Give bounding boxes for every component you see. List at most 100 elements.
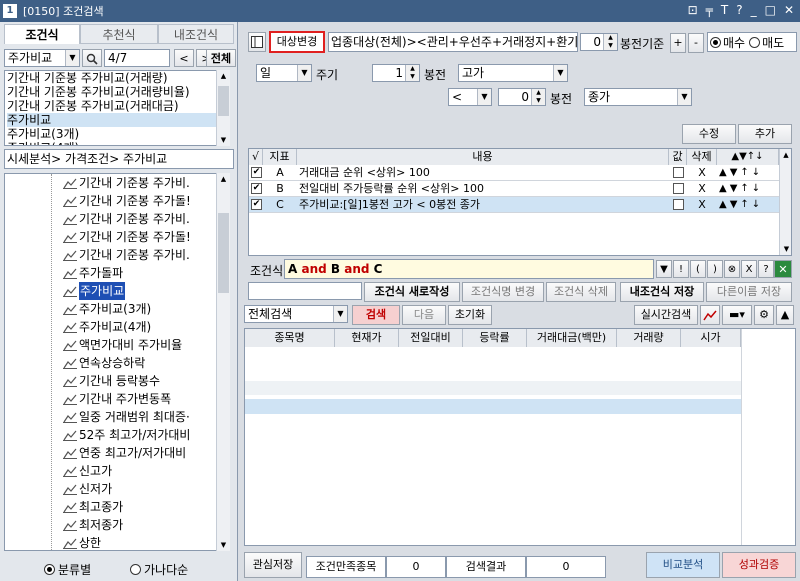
add-button[interactable]: 추가 <box>738 124 792 144</box>
formula-input[interactable]: A and B and C <box>284 259 654 279</box>
tree-item[interactable]: 액면가대비 주가비율 <box>63 336 182 354</box>
tree-item[interactable]: 신저가 <box>63 480 112 498</box>
row-move-buttons[interactable]: ▲▼↑↓ <box>719 165 779 181</box>
tree-item[interactable]: 기간내 등락봉수 <box>63 372 160 390</box>
tree-item[interactable]: 기간내 기준봉 주가돌! <box>63 192 191 210</box>
row-delete-button[interactable]: X <box>687 165 717 181</box>
row-delete-button[interactable]: X <box>687 181 717 197</box>
chart-icon[interactable] <box>700 305 720 325</box>
formula-op-button[interactable]: ⊗ <box>724 260 740 278</box>
results-col-header[interactable]: 시가 <box>681 329 741 347</box>
desc-line[interactable]: 주가비교(4개) <box>7 141 79 145</box>
tab-my-condition[interactable]: 내조건식 <box>158 24 234 44</box>
tree-item[interactable]: 최고종가 <box>63 498 123 516</box>
bar1-spin[interactable]: 1 ▲ ▼ <box>372 64 420 82</box>
radio-by-category[interactable]: 분류별 <box>44 561 91 578</box>
edit-button[interactable]: 수정 <box>682 124 736 144</box>
text-icon[interactable]: T <box>721 3 728 17</box>
tree-item[interactable]: 주가비교(3개) <box>63 300 151 318</box>
plus-button[interactable]: + <box>670 33 686 53</box>
row-move-buttons[interactable]: ▲▼↑↓ <box>719 197 779 213</box>
menu-dropdown-button[interactable]: ▬▾ <box>722 305 752 325</box>
condition-name-input[interactable] <box>248 282 362 300</box>
basis-spin-input[interactable]: 0 ▲ ▼ <box>580 33 618 51</box>
excel-icon[interactable]: ✕ <box>774 260 792 278</box>
tree-item[interactable]: 52주 최고가/저가대비 <box>63 426 190 444</box>
tree-item[interactable]: 상한 <box>63 534 101 550</box>
tree-item[interactable]: 주가비교 <box>63 282 126 300</box>
category-select[interactable]: 주가비교 ▼ <box>4 49 80 67</box>
results-col-header[interactable]: 거래량 <box>617 329 681 347</box>
condition-row[interactable]: ✔ A 거래대금 순위 <상위> 100 X ▲▼↑↓ <box>249 165 779 181</box>
condition-row[interactable]: ✔ C 주가비교:[일]1봉전 고가 < 0봉전 종가 X ▲▼↑↓ <box>249 197 779 213</box>
results-col-header[interactable]: 등락률 <box>463 329 527 347</box>
tree-item[interactable]: 기간내 기준봉 주가비. <box>63 246 190 264</box>
formula-op-button[interactable]: ( <box>690 260 706 278</box>
tree-item[interactable]: 일중 거래범위 최대증· <box>63 408 190 426</box>
compare-analysis-button[interactable]: 비교분석 <box>646 552 720 578</box>
tree-item[interactable]: 기간내 기준봉 주가돌! <box>63 228 191 246</box>
formula-op-button[interactable]: X <box>741 260 757 278</box>
field1-select[interactable]: 고가 ▼ <box>458 64 568 82</box>
row-checkbox[interactable]: ✔ <box>251 199 262 210</box>
condition-row[interactable]: ✔ B 전일대비 주가등락률 순위 <상위> 100 X ▲▼↑↓ <box>249 181 779 197</box>
save-as-button[interactable]: 다른이름 저장 <box>706 282 792 302</box>
radio-alphabetical[interactable]: 가나다순 <box>130 561 188 578</box>
operator-select[interactable]: < ▼ <box>448 88 492 106</box>
desc-line[interactable]: 기간내 기준봉 주가비교(거래량) <box>7 71 168 85</box>
tab-recommended[interactable]: 추천식 <box>80 24 158 44</box>
row-value-checkbox[interactable] <box>673 183 684 194</box>
new-condition-button[interactable]: 조건식 새로작성 <box>364 282 460 302</box>
tree-item[interactable]: 최저종가 <box>63 516 123 534</box>
layout-icon[interactable]: ⊡ <box>688 3 698 17</box>
target-change-button[interactable]: 대상변경 <box>269 31 325 53</box>
watch-save-button[interactable]: 관심저장 <box>244 552 302 578</box>
row-move-buttons[interactable]: ▲▼↑↓ <box>719 181 779 197</box>
pin-icon[interactable]: ╤ <box>706 3 713 17</box>
search-run-button[interactable]: 검색 <box>352 305 400 325</box>
tree-scrollbar[interactable]: ▲ ▼ <box>216 173 230 551</box>
desc-line[interactable]: 주가비교 <box>7 113 217 127</box>
close-icon[interactable]: ✕ <box>784 3 794 17</box>
gear-icon[interactable]: ⚙ <box>754 305 774 325</box>
performance-verify-button[interactable]: 성과검증 <box>722 552 796 578</box>
minimize-icon[interactable]: _ <box>751 3 757 17</box>
maximize-icon[interactable]: □ <box>765 3 776 17</box>
prev-page-button[interactable]: < <box>174 49 194 67</box>
tab-condition[interactable]: 조건식 <box>4 24 80 44</box>
reset-button[interactable]: 초기화 <box>448 305 492 325</box>
layout-toggle-button[interactable] <box>248 32 266 52</box>
period-select[interactable]: 일 ▼ <box>256 64 312 82</box>
save-my-condition-button[interactable]: 내조건식 저장 <box>620 282 704 302</box>
tree-item[interactable]: 연속상승하락 <box>63 354 145 372</box>
desc-line[interactable]: 기간내 기준봉 주가비교(거래대금) <box>7 99 179 113</box>
help-icon[interactable]: ? <box>736 3 742 17</box>
row-delete-button[interactable]: X <box>687 197 717 213</box>
cond-scrollbar[interactable]: ▲ ▼ <box>779 149 791 255</box>
buy-sell-toggle[interactable]: 매수 매도 <box>707 32 797 52</box>
row-checkbox[interactable]: ✔ <box>251 183 262 194</box>
minus-button[interactable]: - <box>688 33 704 53</box>
results-col-header[interactable]: 전일대비 <box>399 329 463 347</box>
desc-scrollbar[interactable]: ▲ ▼ <box>216 70 230 146</box>
row-value-checkbox[interactable] <box>673 199 684 210</box>
tree-item[interactable]: 기간내 기준봉 주가비. <box>63 210 190 228</box>
delete-condition-button[interactable]: 조건식 삭제 <box>546 282 616 302</box>
field2-select[interactable]: 종가 ▼ <box>584 88 692 106</box>
formula-op-button[interactable]: ! <box>673 260 689 278</box>
collapse-up-icon[interactable]: ▲ <box>776 305 794 325</box>
formula-op-button[interactable]: ? <box>758 260 774 278</box>
formula-op-button[interactable]: ▼ <box>656 260 672 278</box>
row-value-checkbox[interactable] <box>673 167 684 178</box>
desc-line[interactable]: 기간내 기준봉 주가비교(거래량비율) <box>7 85 190 99</box>
tree-item[interactable]: 주가돌파 <box>63 264 123 282</box>
bar2-spin[interactable]: 0 ▲ ▼ <box>498 88 546 106</box>
selected-row[interactable] <box>245 399 741 414</box>
rename-condition-button[interactable]: 조건식명 변경 <box>462 282 544 302</box>
all-button[interactable]: 전체 <box>206 49 236 67</box>
tree-item[interactable]: 기간내 주가변동폭 <box>63 390 171 408</box>
results-col-header[interactable]: 거래대금(백만) <box>527 329 617 347</box>
next-button[interactable]: 다음 <box>402 305 446 325</box>
row-checkbox[interactable]: ✔ <box>251 167 262 178</box>
results-col-header[interactable]: 현재가 <box>335 329 399 347</box>
